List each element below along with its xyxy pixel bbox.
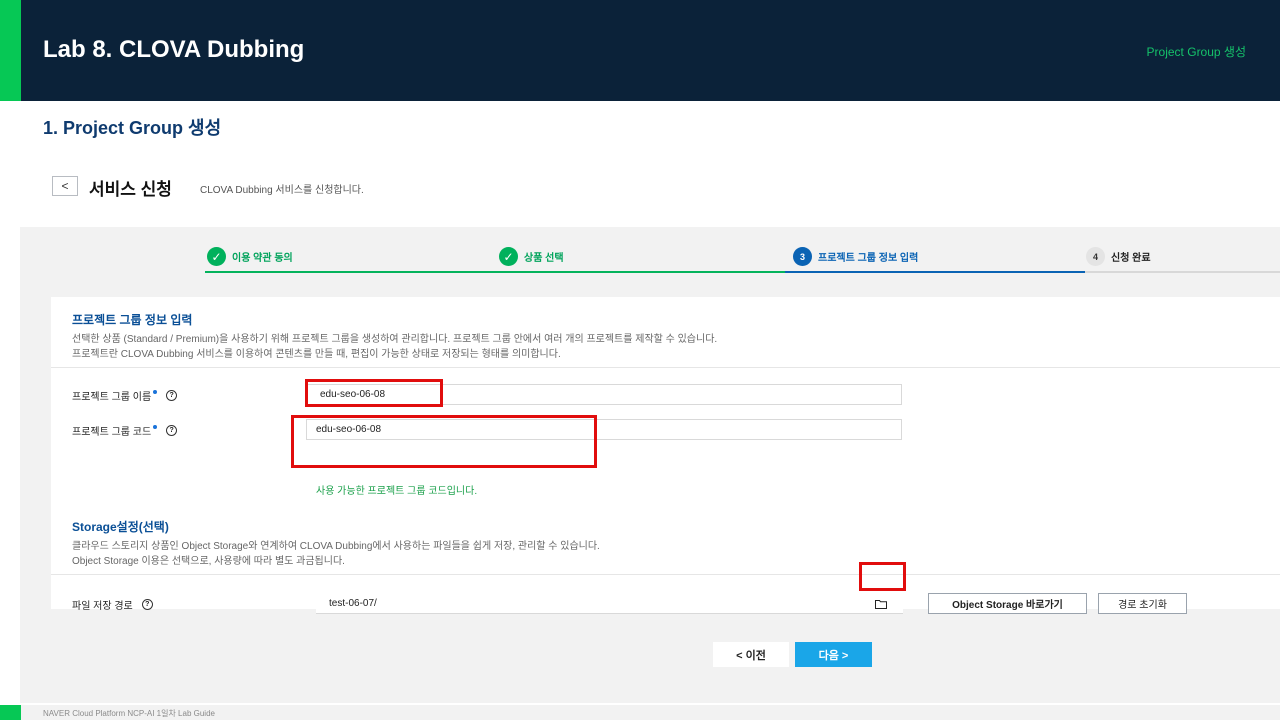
- progress-line-done: [205, 271, 785, 273]
- header-subtitle: Project Group 생성: [1146, 45, 1246, 59]
- page-subtitle: CLOVA Dubbing 서비스를 신청합니다.: [200, 185, 364, 196]
- highlight-box: [859, 562, 906, 591]
- storage-desc: 클라우드 스토리지 상품인 Object Storage와 연계하여 CLOVA…: [72, 541, 600, 552]
- step-number: 3: [793, 247, 812, 266]
- prev-button[interactable]: < 이전: [713, 642, 789, 667]
- form-card: 프로젝트 그룹 정보 입력 선택한 상품 (Standard / Premium…: [51, 297, 1280, 614]
- footer-text: NAVER Cloud Platform NCP-AI 1일차 Lab Guid…: [43, 709, 215, 718]
- console-screenshot: < 서비스 신청 CLOVA Dubbing 서비스를 신청합니다. ✓ 이용 …: [20, 157, 1280, 703]
- step-number: 4: [1086, 247, 1105, 266]
- check-icon: ✓: [207, 247, 226, 266]
- progress-line-current: [785, 271, 1085, 273]
- back-button[interactable]: <: [52, 176, 78, 196]
- accent-bar: [0, 0, 21, 101]
- divider: [51, 367, 1280, 368]
- help-icon[interactable]: ?: [141, 599, 153, 610]
- group-info-desc: 프로젝트란 CLOVA Dubbing 서비스를 이용하여 콘텐츠를 만들 때,…: [72, 349, 561, 360]
- storage-title: Storage설정(선택): [72, 520, 169, 534]
- step-terms: ✓ 이용 약관 동의: [207, 247, 293, 266]
- slide-title: Lab 8. CLOVA Dubbing: [43, 36, 305, 63]
- content-area: ✓ 이용 약관 동의 ✓ 상품 선택 3 프로젝트 그룹 정보 입력 4 신청 …: [20, 227, 1280, 703]
- reset-path-button[interactable]: 경로 초기화: [1098, 593, 1187, 614]
- footer-accent-bar: [0, 705, 21, 720]
- folder-button[interactable]: [859, 593, 903, 614]
- storage-desc: Object Storage 이용은 선택으로, 사용량에 따라 별도 과금됩니…: [72, 556, 345, 567]
- group-info-desc: 선택한 상품 (Standard / Premium)을 사용하기 위해 프로젝…: [72, 334, 718, 345]
- progress-line-todo: [1085, 271, 1280, 273]
- step-label: 프로젝트 그룹 정보 입력: [818, 253, 919, 264]
- next-button[interactable]: 다음 >: [795, 642, 872, 667]
- step-label: 상품 선택: [524, 253, 564, 264]
- step-group-info: 3 프로젝트 그룹 정보 입력: [793, 247, 918, 266]
- object-storage-button[interactable]: Object Storage 바로가기: [928, 593, 1087, 614]
- step-label: 신청 완료: [1111, 253, 1151, 264]
- help-icon[interactable]: ?: [166, 425, 178, 436]
- step-complete: 4 신청 완료: [1086, 247, 1151, 266]
- file-path-input[interactable]: test-06-07/: [316, 593, 903, 614]
- page-title: 서비스 신청: [89, 180, 172, 199]
- check-icon: ✓: [499, 247, 518, 266]
- highlight-box: [305, 379, 443, 407]
- help-icon[interactable]: ?: [166, 390, 178, 401]
- step-label: 이용 약관 동의: [232, 253, 293, 264]
- chevron-left-icon: <: [61, 179, 69, 193]
- code-valid-message: 사용 가능한 프로젝트 그룹 코드입니다.: [316, 486, 478, 497]
- group-name-label: 프로젝트 그룹 이름 ?: [72, 388, 178, 403]
- required-dot: [153, 425, 158, 429]
- file-path-label: 파일 저장 경로 ?: [72, 597, 153, 612]
- divider: [51, 574, 1280, 575]
- step-product: ✓ 상품 선택: [499, 247, 564, 266]
- highlight-box: [291, 415, 597, 468]
- group-info-title: 프로젝트 그룹 정보 입력: [72, 313, 193, 327]
- group-code-label: 프로젝트 그룹 코드 ?: [72, 423, 178, 438]
- required-dot: [153, 390, 158, 394]
- section-title: 1. Project Group 생성: [43, 118, 222, 138]
- folder-icon: [875, 599, 887, 609]
